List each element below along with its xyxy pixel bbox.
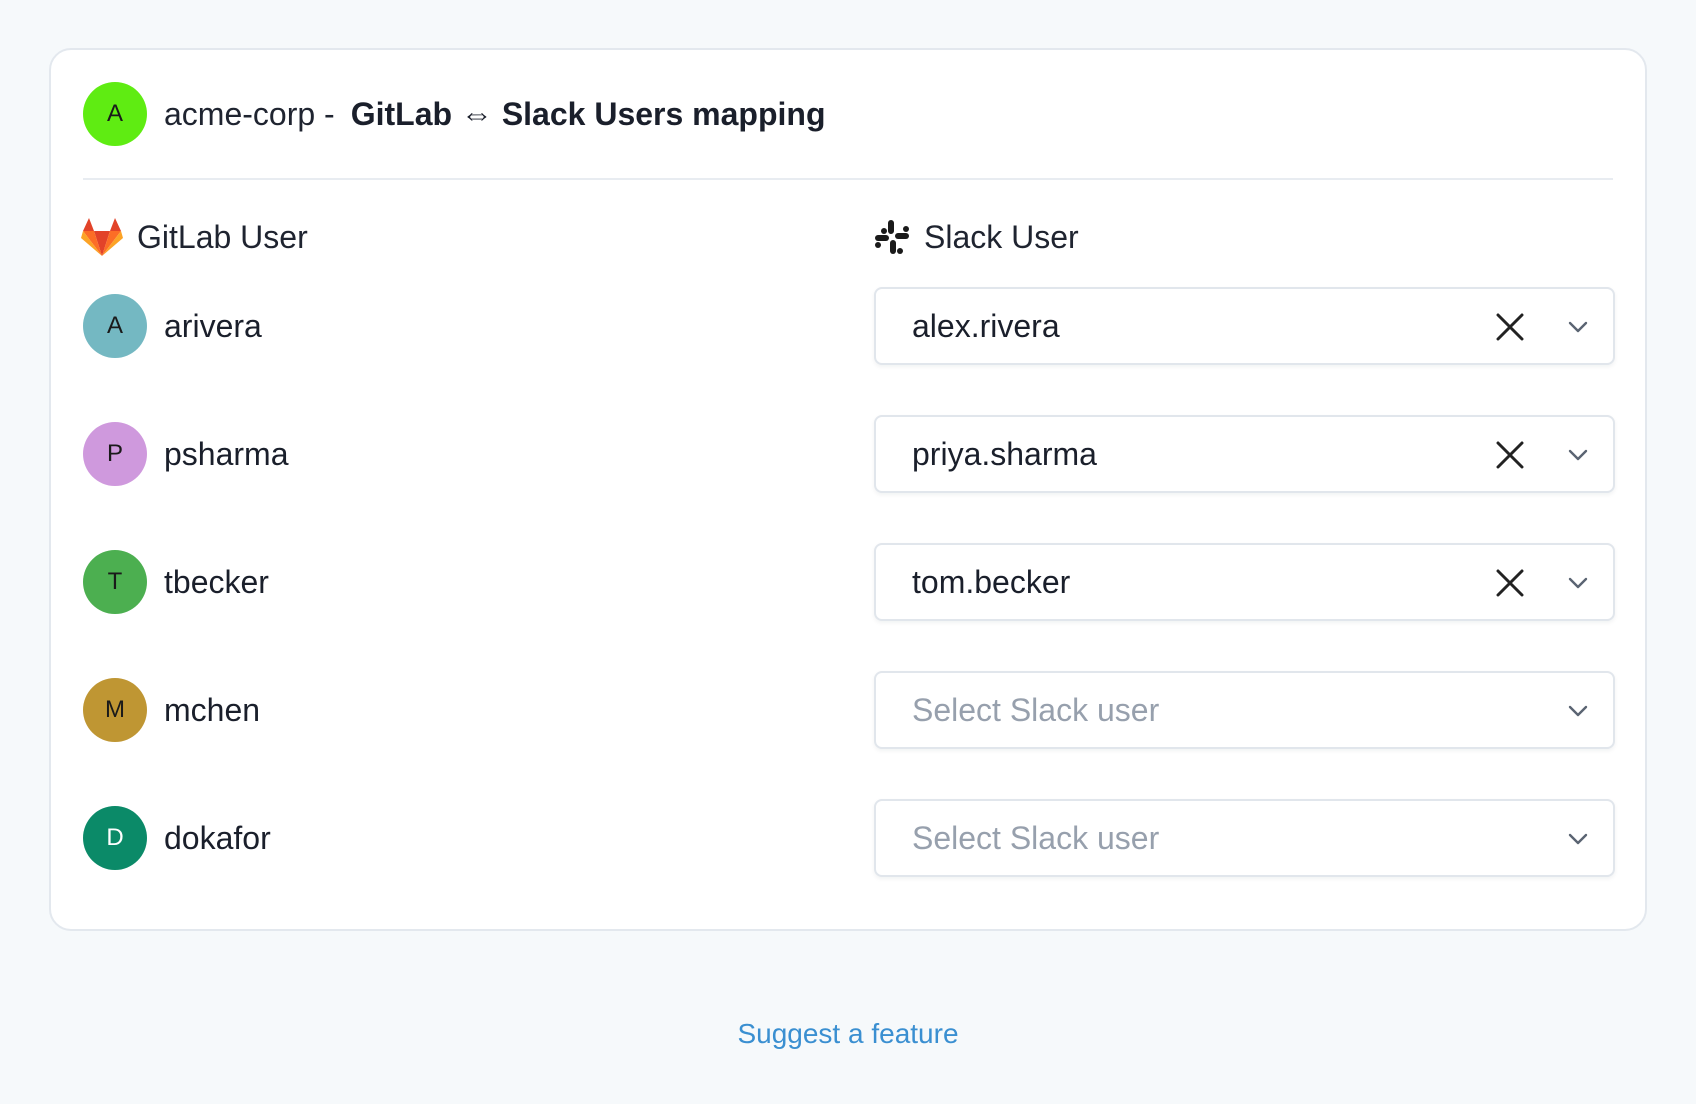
slack-column-header: Slack User	[874, 215, 1079, 259]
slack-user-value: alex.rivera	[912, 307, 1060, 344]
gitlab-logo-icon	[81, 218, 123, 256]
slack-user-select[interactable]: tom.becker	[874, 543, 1615, 621]
slack-user-select[interactable]: priya.sharma	[874, 415, 1615, 493]
suggest-feature-link[interactable]: Suggest a feature	[0, 1018, 1696, 1050]
page-title: GitLab ⇔ Slack Users mapping	[350, 95, 826, 132]
gitlab-user-avatar: P	[83, 422, 147, 486]
mapping-card: A acme-corp - GitLab ⇔ Slack Users mappi…	[49, 48, 1647, 931]
chevron-down-icon[interactable]	[1568, 447, 1588, 463]
slack-user-placeholder: Select Slack user	[912, 819, 1160, 856]
slack-logo-icon	[875, 220, 909, 254]
gitlab-user-name: mchen	[164, 691, 261, 728]
slack-user-placeholder: Select Slack user	[912, 691, 1160, 728]
slack-user-select[interactable]: Select Slack user	[874, 671, 1615, 749]
avatar-letter: D	[106, 824, 124, 851]
gitlab-user-name: dokafor	[164, 819, 271, 856]
gitlab-column-header: GitLab User	[81, 215, 308, 259]
header-divider	[83, 178, 1613, 180]
gitlab-user-avatar: T	[83, 550, 147, 614]
card-header: A acme-corp - GitLab ⇔ Slack Users mappi…	[83, 82, 1613, 146]
slack-user-select[interactable]: Select Slack user	[874, 799, 1615, 877]
gitlab-user-avatar: A	[83, 294, 147, 358]
gitlab-user-avatar: D	[83, 806, 147, 870]
slack-user-select[interactable]: alex.rivera	[874, 287, 1615, 365]
close-icon[interactable]	[1496, 313, 1524, 341]
avatar-letter: A	[106, 312, 123, 339]
close-icon[interactable]	[1496, 441, 1524, 469]
avatar-letter: T	[107, 568, 123, 595]
chevron-down-icon[interactable]	[1568, 575, 1588, 591]
chevron-down-icon[interactable]	[1568, 319, 1588, 335]
org-avatar-letter: A	[106, 100, 123, 127]
avatar-letter: M	[105, 696, 125, 723]
gitlab-user-avatar: M	[83, 678, 147, 742]
gitlab-column-label: GitLab User	[137, 218, 308, 255]
avatar-letter: P	[106, 440, 123, 467]
org-avatar: A	[83, 82, 147, 146]
chevron-down-icon[interactable]	[1568, 831, 1588, 847]
slack-user-value: tom.becker	[912, 563, 1071, 600]
slack-column-label: Slack User	[924, 218, 1079, 255]
slack-user-value: priya.sharma	[912, 435, 1097, 472]
org-name: acme-corp -	[164, 95, 335, 132]
gitlab-user-name: tbecker	[164, 563, 269, 600]
close-icon[interactable]	[1496, 569, 1524, 597]
gitlab-user-name: psharma	[164, 435, 289, 472]
gitlab-user-name: arivera	[164, 307, 262, 344]
chevron-down-icon[interactable]	[1568, 703, 1588, 719]
